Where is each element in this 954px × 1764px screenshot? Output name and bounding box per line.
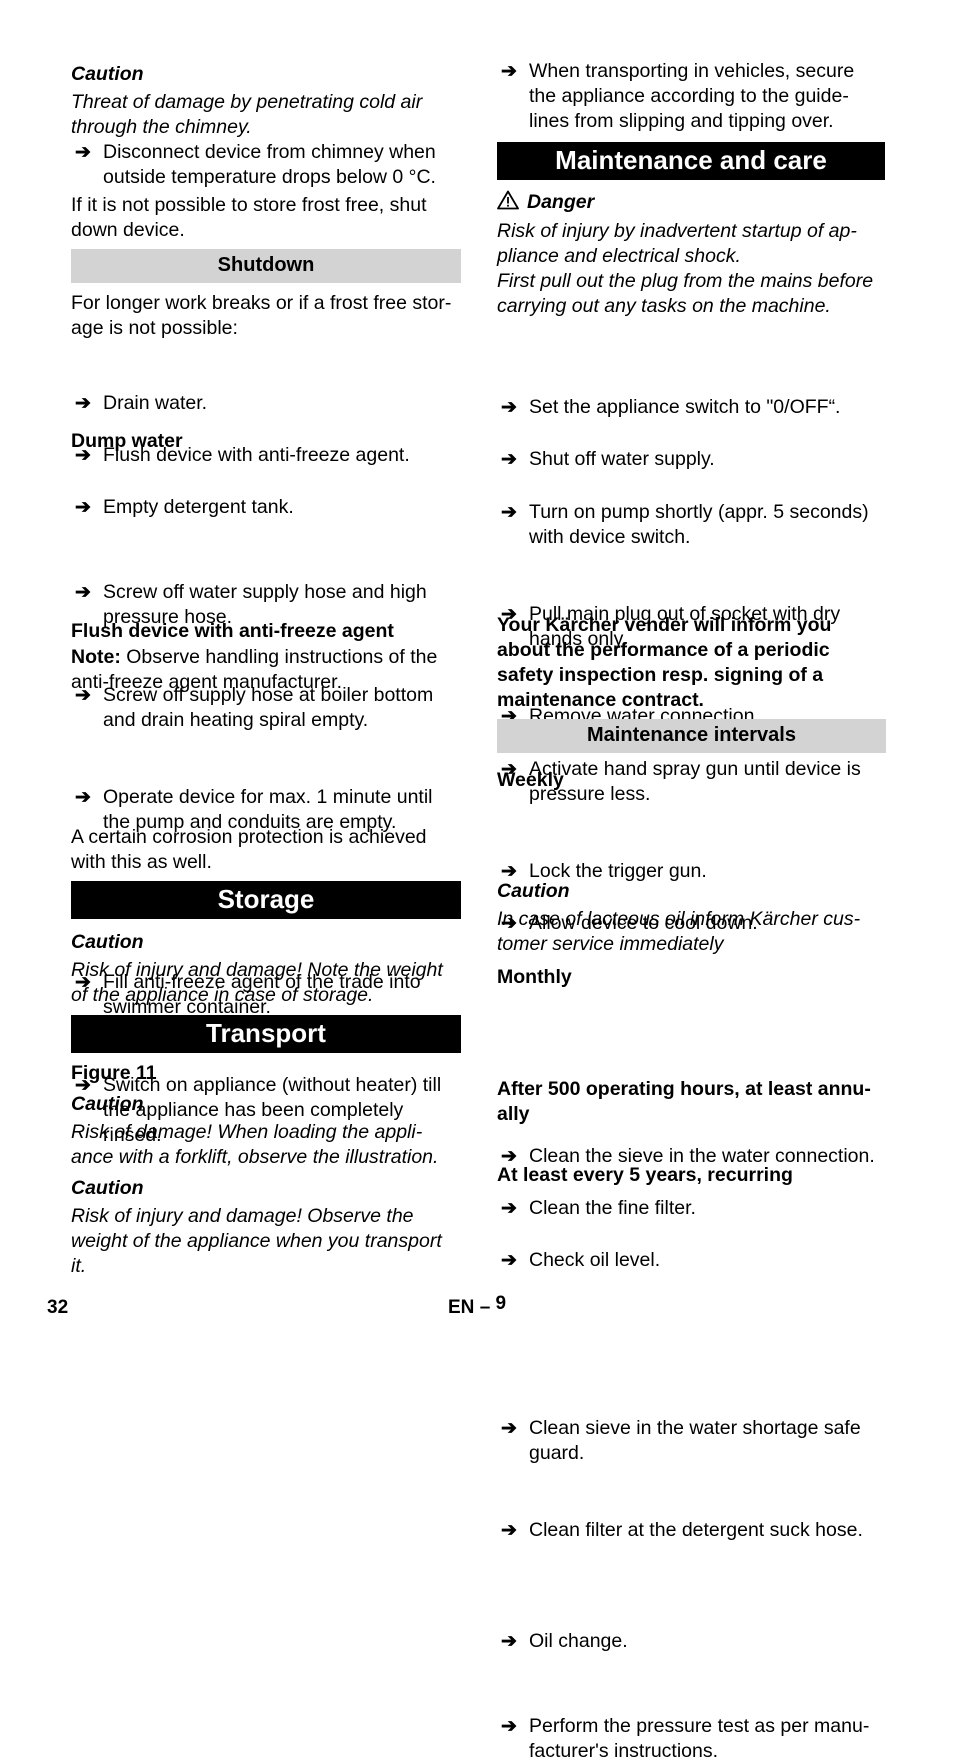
note-label: Note: xyxy=(71,646,121,668)
danger-text: Risk of injury by inadvertent startup of… xyxy=(497,220,874,317)
caution-heading: Caution xyxy=(71,1177,144,1199)
paragraph: For longer work breaks or if a frost fre… xyxy=(71,292,452,339)
subheading-monthly: Monthly xyxy=(497,966,572,988)
arrow-icon: ➔ xyxy=(75,787,91,808)
subheading-five-years: At least every 5 years, recurring xyxy=(497,1164,793,1186)
arrow-icon: ➔ xyxy=(501,502,517,523)
step-item: ➔ Perform the pressure test as per manu-… xyxy=(501,1715,870,1762)
dash: – xyxy=(479,1297,491,1318)
step-item: ➔ Disconnect device from chimney when ou… xyxy=(75,141,436,188)
left-column: Caution Threat of damage by penetrating … xyxy=(71,0,461,1277)
danger-heading: Danger xyxy=(527,191,595,213)
paragraph: If it is not possible to store frost fre… xyxy=(71,194,427,241)
step-item: ➔ When transporting in vehicles, secure … xyxy=(501,60,855,132)
note-paragraph: Note: Observe handling instructions of t… xyxy=(71,646,438,693)
section-heading-shutdown: Shutdown xyxy=(71,249,461,283)
caution-block: Caution Risk of injury and damage! Obser… xyxy=(71,1176,461,1279)
step-item: ➔ Clean sieve in the water shortage safe… xyxy=(501,1417,861,1464)
step-item: ➔ Drain water. xyxy=(75,392,208,414)
language-code: EN xyxy=(448,1297,475,1318)
arrow-icon: ➔ xyxy=(501,1250,517,1271)
caution-heading: Caution xyxy=(71,63,144,85)
step-item: ➔ Turn on pump shortly (appr. 5 seconds)… xyxy=(501,501,869,548)
step-item: ➔ Shut off water supply. xyxy=(501,448,715,470)
section-heading-transport: Transport xyxy=(71,1015,461,1053)
caution-heading: Caution xyxy=(71,1093,144,1115)
arrow-icon: ➔ xyxy=(75,497,91,518)
figure-reference: Figure 11 xyxy=(71,1062,157,1084)
caution-heading: Caution xyxy=(71,931,144,953)
step-item: ➔ Clean filter at the detergent suck hos… xyxy=(501,1519,863,1541)
section-heading-storage: Storage xyxy=(71,881,461,919)
arrow-icon: ➔ xyxy=(501,449,517,470)
paragraph: A certain corrosion protection is achiev… xyxy=(71,826,427,873)
subheading-annual: After 500 operating hours, at least annu… xyxy=(497,1078,871,1125)
warning-triangle-icon xyxy=(497,190,519,210)
caution-block: Caution Risk of injury and damage! Note … xyxy=(71,930,461,1008)
arrow-icon: ➔ xyxy=(75,582,91,603)
caution-heading: Caution xyxy=(497,880,570,902)
arrow-icon: ➔ xyxy=(501,1631,517,1652)
step-item: ➔ Check oil level. xyxy=(501,1249,661,1271)
right-column: ➔ When transporting in vehicles, secure … xyxy=(497,0,887,1762)
subheading-weekly: Weekly xyxy=(497,769,564,791)
vendor-notice: Your Kärcher vender will inform you abou… xyxy=(497,614,832,711)
arrow-icon: ➔ xyxy=(501,1198,517,1219)
page-number: 32 xyxy=(47,1297,69,1318)
caution-text: Threat of damage by penetrating cold air… xyxy=(71,91,423,138)
section-heading-maintenance: Maintenance and care xyxy=(497,142,885,180)
arrow-icon: ➔ xyxy=(75,142,91,163)
arrow-icon: ➔ xyxy=(501,61,517,82)
section-heading-intervals: Maintenance intervals xyxy=(497,719,886,753)
subheading-flush: Flush device with anti-freeze agent xyxy=(71,620,394,642)
arrow-icon: ➔ xyxy=(501,1520,517,1541)
subheading-dump-water: Dump water xyxy=(71,430,183,452)
arrow-icon: ➔ xyxy=(501,397,517,418)
arrow-icon: ➔ xyxy=(75,393,91,414)
caution-block: Caution Threat of damage by penetrating … xyxy=(71,62,461,140)
step-item: ➔ Clean the fine filter. xyxy=(501,1197,696,1219)
step-item: ➔ Set the appliance switch to "0/OFF“. xyxy=(501,396,841,418)
arrow-icon: ➔ xyxy=(501,1418,517,1439)
step-item: ➔ Empty detergent tank. xyxy=(75,496,294,518)
step-item: ➔ Oil change. xyxy=(501,1630,628,1652)
section-page-label: EN – 9 xyxy=(448,1293,507,1320)
caution-block: Caution Risk of damage! When loading the… xyxy=(71,1092,461,1170)
danger-heading-row: Danger xyxy=(497,190,887,215)
section-page-number: 9 xyxy=(495,1293,507,1314)
caution-block: Caution In case of lacteous oil inform K… xyxy=(497,879,887,957)
arrow-icon: ➔ xyxy=(501,1716,517,1737)
